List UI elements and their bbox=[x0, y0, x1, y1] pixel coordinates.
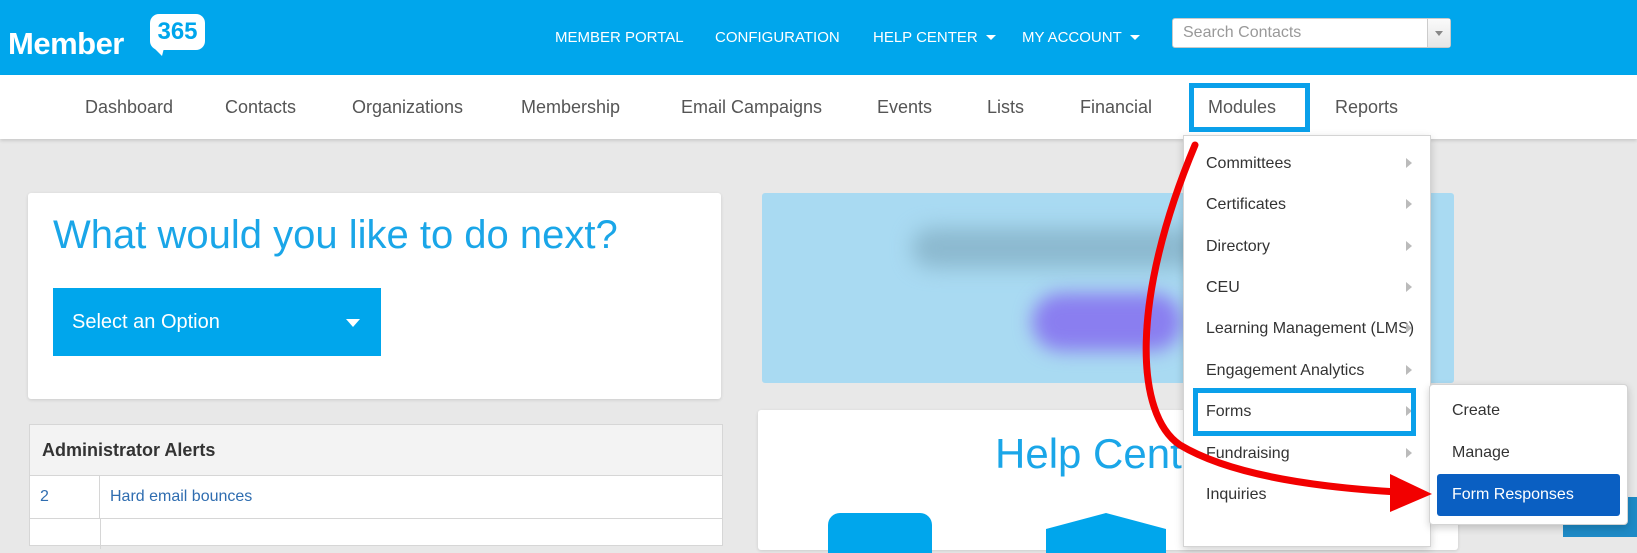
arrow-path bbox=[1142, 141, 1402, 496]
red-annotation-arrow bbox=[1142, 141, 1432, 512]
arrow-head bbox=[1390, 474, 1432, 512]
